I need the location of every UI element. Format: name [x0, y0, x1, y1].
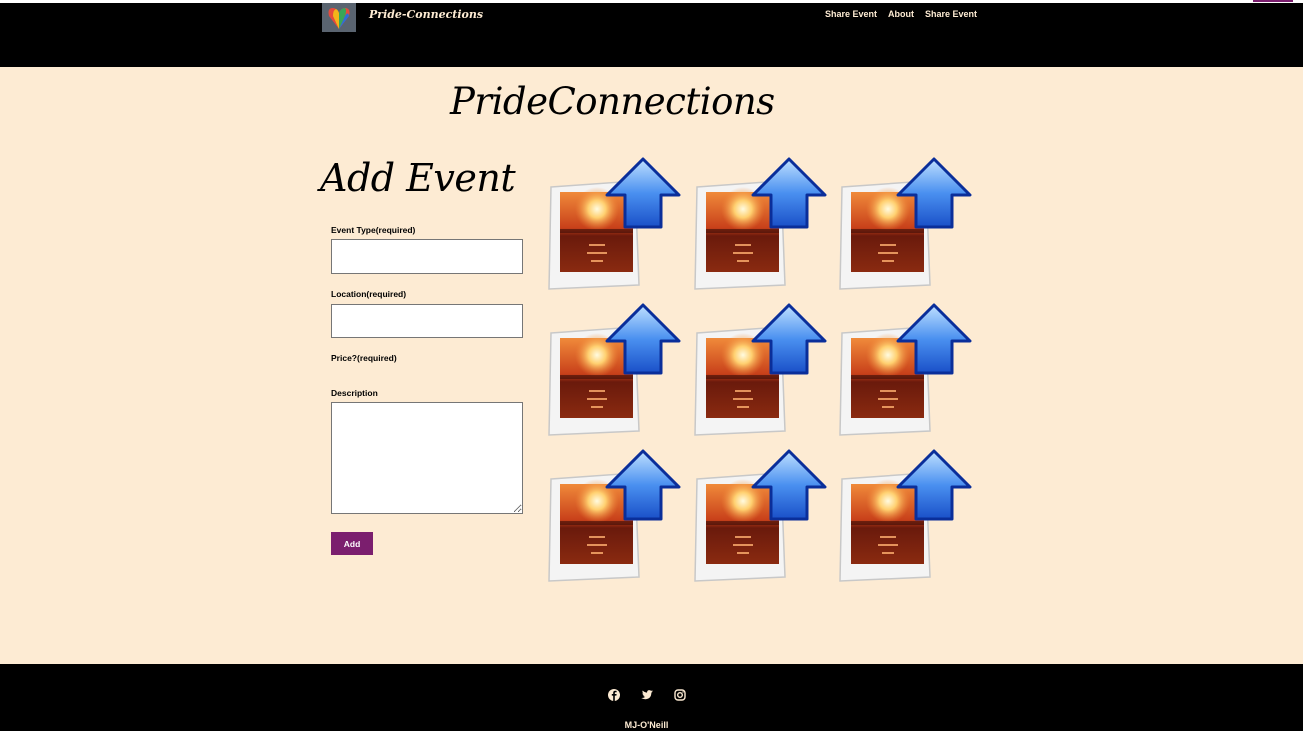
add-button[interactable]: Add: [331, 532, 373, 555]
twitter-icon[interactable]: [640, 688, 654, 702]
facebook-icon[interactable]: [607, 688, 621, 702]
upload-image-icon[interactable]: [547, 449, 681, 583]
upload-image-icon[interactable]: [838, 449, 972, 583]
upload-image-icon[interactable]: [838, 303, 972, 437]
price-label: Price?(required): [331, 353, 397, 363]
site-footer: MJ-O'Neill: [0, 664, 1303, 731]
upload-image-icon[interactable]: [693, 449, 827, 583]
brand-name[interactable]: Pride-Connections: [369, 8, 483, 21]
site-title: PrideConnections: [450, 80, 775, 123]
site-header: Pride-Connections Share Event About Shar…: [0, 3, 1303, 67]
location-label: Location(required): [331, 289, 407, 299]
main-nav: Share Event About Share Event: [825, 9, 988, 19]
instagram-icon[interactable]: [673, 688, 687, 702]
upload-image-icon[interactable]: [693, 303, 827, 437]
nav-share-event[interactable]: Share Event: [825, 9, 877, 19]
upload-image-icon[interactable]: [547, 303, 681, 437]
heart-logo-icon: [328, 8, 350, 29]
description-label: Description: [331, 388, 378, 398]
event-type-input[interactable]: [331, 239, 523, 274]
nav-about[interactable]: About: [888, 9, 914, 19]
logo[interactable]: [322, 3, 356, 32]
upload-image-icon[interactable]: [547, 157, 681, 291]
upload-image-icon[interactable]: [838, 157, 972, 291]
footer-credit: MJ-O'Neill: [624, 720, 669, 730]
top-accent: [1253, 0, 1293, 2]
nav-share-event-2[interactable]: Share Event: [925, 9, 977, 19]
upload-image-icon[interactable]: [693, 157, 827, 291]
description-textarea[interactable]: [331, 402, 523, 514]
page-heading: Add Event: [320, 156, 516, 200]
event-type-label: Event Type(required): [331, 225, 416, 235]
location-input[interactable]: [331, 304, 523, 338]
